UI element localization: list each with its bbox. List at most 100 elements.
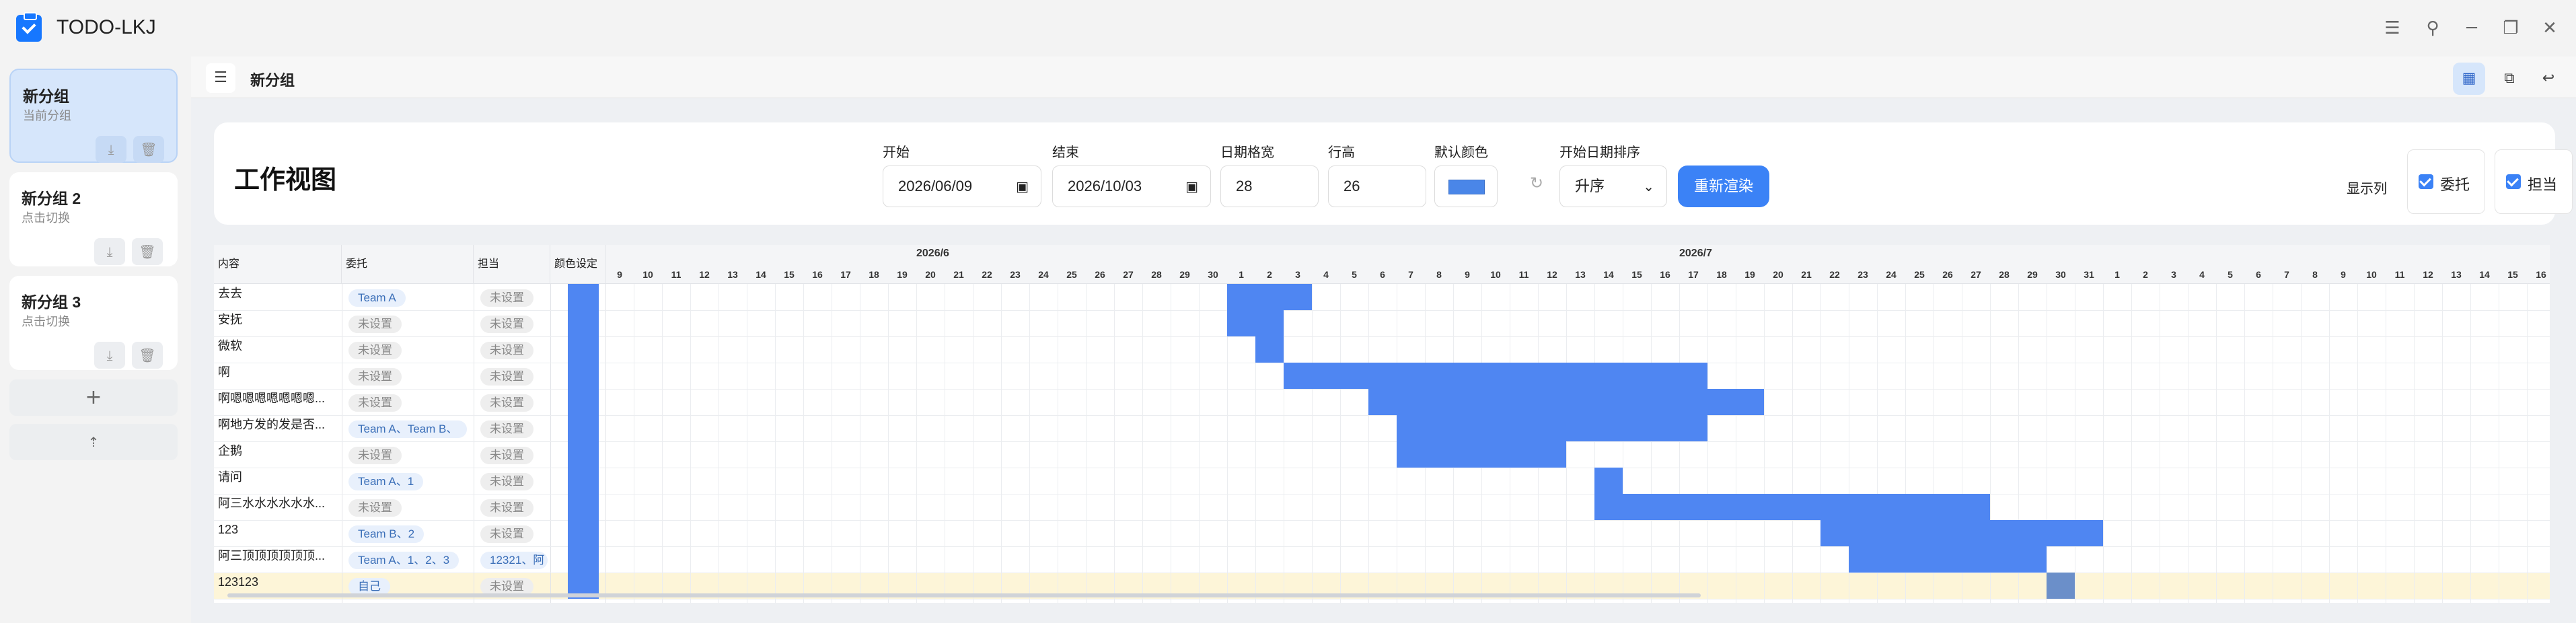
task-bar[interactable] [1255,336,1284,363]
minimize-icon[interactable]: ─ [2457,13,2487,43]
copy-icon[interactable]: ⧉ [2493,63,2526,95]
assignee-chip[interactable]: 12321、阿 [480,552,548,569]
delegate-chip[interactable]: 未设置 [348,316,402,333]
task-bar[interactable] [1594,494,1990,520]
delegate-toggle-label: 委托 [2440,176,2470,193]
assignee-chip[interactable]: 未设置 [480,316,533,333]
task-content[interactable]: 企鹅 [214,443,339,469]
group-card-2[interactable]: 新分组 2 点击切换 ⤓ 🗑 [9,172,178,266]
close-icon[interactable]: ✕ [2535,13,2565,43]
task-bar[interactable] [1820,520,2103,546]
group-card-3[interactable]: 新分组 3 点击切换 ⤓ 🗑 [9,276,178,370]
assignee-chip[interactable]: 未设置 [480,499,533,517]
export-icon[interactable]: ⤓ [94,342,125,369]
delegate-chip[interactable]: 未设置 [348,368,402,386]
add-group-button[interactable]: + [9,379,178,416]
calendar-icon[interactable]: ▣ [1016,166,1029,207]
row-height-input[interactable]: 26 [1328,166,1426,207]
date-width-input[interactable]: 28 [1220,166,1319,207]
assignee-chip[interactable]: 未设置 [480,447,533,464]
day-label: 15 [784,269,795,280]
task-content[interactable]: 阿三顶顶顶顶顶顶... [214,548,339,574]
task-bar[interactable] [1594,468,1623,494]
group-subtitle: 当前分组 [23,109,71,122]
calendar-icon[interactable]: ▣ [1185,166,1198,207]
toggle-sidebar-icon[interactable]: ☰ [206,63,235,93]
day-label: 9 [617,269,622,280]
task-content[interactable]: 啊 [214,364,339,390]
delegate-column-toggle[interactable]: 委托 [2407,149,2485,214]
delete-icon[interactable]: 🗑 [132,342,163,369]
task-content[interactable]: 微软 [214,338,339,364]
day-label: 6 [1380,269,1385,280]
rerender-button[interactable]: 重新渲染 [1678,166,1769,207]
task-content[interactable]: 去去 [214,285,339,312]
delegate-chip[interactable]: 未设置 [348,342,402,359]
checkbox-checked-icon[interactable] [2506,174,2521,189]
row-divider [214,310,2550,311]
grid-line [1142,284,1143,603]
grid-line [1651,284,1652,603]
task-bar[interactable] [1397,415,1707,441]
assignee-chip[interactable]: 未设置 [480,394,533,412]
sort-select[interactable]: 升序 ⌄ [1559,166,1667,207]
delegate-chip[interactable]: Team A [348,289,406,307]
task-bar[interactable] [1849,546,2047,573]
task-bar[interactable] [1284,363,1707,389]
assignee-chip[interactable]: 未设置 [480,525,533,543]
restore-icon[interactable]: ❐ [2496,13,2526,43]
export-icon[interactable]: ⤓ [96,136,126,163]
group-card-1[interactable]: 新分组 当前分组 ⤓ 🗑 [9,69,178,163]
day-label: 4 [2199,269,2205,280]
checkbox-checked-icon[interactable] [2419,174,2433,189]
end-date-input[interactable]: 2026/10/03 ▣ [1052,166,1211,207]
delete-icon[interactable]: 🗑 [133,136,164,163]
menu-icon[interactable]: ☰ [2378,13,2407,43]
delegate-chip[interactable]: Team A、1 [348,473,424,490]
assignee-chip[interactable]: 未设置 [480,342,533,359]
color-column[interactable] [568,284,599,599]
day-label: 25 [1914,269,1925,280]
day-label: 1 [2114,269,2120,280]
delegate-chip[interactable]: 未设置 [348,447,402,464]
task-content[interactable]: 啊嗯嗯嗯嗯嗯嗯嗯... [214,390,339,416]
task-content[interactable]: 阿三水水水水水水... [214,495,339,521]
delegate-chip[interactable]: Team B、2 [348,525,425,543]
horizontal-scrollbar[interactable] [227,593,1701,597]
assignee-chip[interactable]: 未设置 [480,289,533,307]
collapse-icon[interactable]: ⇡ [9,424,178,460]
reset-color-icon[interactable]: ↻ [1523,170,1550,196]
task-bar[interactable] [1227,284,1312,310]
day-label: 12 [1547,269,1557,280]
task-bar[interactable] [2047,573,2075,599]
task-content[interactable]: 123 [214,521,339,548]
assignee-chip[interactable]: 未设置 [480,420,533,438]
assignee-column-toggle[interactable]: 担当 [2495,149,2573,214]
day-label: 21 [953,269,964,280]
delegate-chip[interactable]: Team A、1、2、3 [348,552,459,569]
calendar-view-icon[interactable]: ▦ [2453,63,2485,95]
grid-line [1707,284,1708,603]
back-icon[interactable]: ↩ [2532,63,2565,95]
view-title: 工作视图 [234,166,337,194]
delete-icon[interactable]: 🗑 [132,238,163,265]
day-label: 12 [699,269,710,280]
task-bar[interactable] [1397,441,1566,468]
default-color-picker[interactable] [1434,166,1498,207]
task-bar[interactable] [1368,389,1764,415]
delegate-chip[interactable]: 未设置 [348,499,402,517]
day-label: 29 [1179,269,1190,280]
delegate-chip[interactable]: 未设置 [348,394,402,412]
task-content[interactable]: 啊地方发的发是否... [214,416,339,443]
sidebar: 新分组 当前分组 ⤓ 🗑 新分组 2 点击切换 ⤓ 🗑 新分组 3 点击切换 ⤓… [0,57,188,623]
assignee-chip[interactable]: 未设置 [480,473,533,490]
export-icon[interactable]: ⤓ [94,238,125,265]
delegate-chip[interactable]: Team A、Team B、 [348,420,468,438]
task-content[interactable]: 安抚 [214,312,339,338]
sort-value: 升序 [1575,178,1605,194]
assignee-chip[interactable]: 未设置 [480,368,533,386]
task-bar[interactable] [1227,310,1284,336]
task-content[interactable]: 请问 [214,469,339,495]
pin-icon[interactable]: ⚲ [2418,13,2448,43]
start-date-input[interactable]: 2026/06/09 ▣ [883,166,1041,207]
